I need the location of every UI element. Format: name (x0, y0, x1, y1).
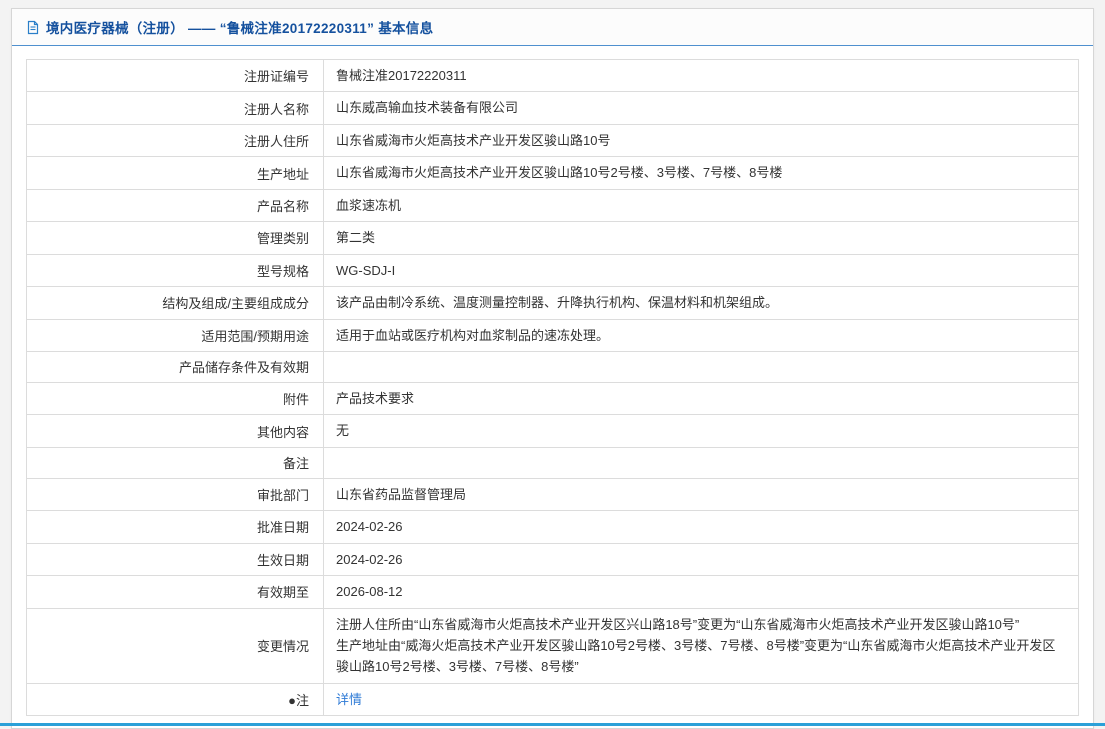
info-table: 注册证编号鲁械注准20172220311注册人名称山东威高输血技术装备有限公司注… (26, 59, 1079, 716)
document-icon (26, 20, 40, 35)
row-label: 结构及组成/主要组成成分 (27, 287, 324, 319)
table-row: 备注 (27, 447, 1079, 478)
table-row: 其他内容无 (27, 415, 1079, 447)
row-value: 详情 (324, 683, 1079, 715)
table-wrapper: 注册证编号鲁械注准20172220311注册人名称山东威高输血技术装备有限公司注… (12, 46, 1093, 728)
row-value: 山东省威海市火炬高技术产业开发区骏山路10号2号楼、3号楼、7号楼、8号楼 (324, 157, 1079, 189)
row-value: 鲁械注准20172220311 (324, 60, 1079, 92)
table-row: 生效日期2024-02-26 (27, 543, 1079, 575)
row-label: 备注 (27, 447, 324, 478)
table-row: 生产地址山东省威海市火炬高技术产业开发区骏山路10号2号楼、3号楼、7号楼、8号… (27, 157, 1079, 189)
table-row: 管理类别第二类 (27, 222, 1079, 254)
row-value (324, 351, 1079, 382)
table-row: 注册证编号鲁械注准20172220311 (27, 60, 1079, 92)
row-label: 管理类别 (27, 222, 324, 254)
row-label: 产品储存条件及有效期 (27, 351, 324, 382)
row-label: 注册人名称 (27, 92, 324, 124)
row-value: 注册人住所由“山东省威海市火炬高技术产业开发区兴山路18号”变更为“山东省威海市… (324, 608, 1079, 683)
row-label: 适用范围/预期用途 (27, 319, 324, 351)
table-row: 有效期至2026-08-12 (27, 576, 1079, 608)
table-row: 附件产品技术要求 (27, 382, 1079, 414)
row-value: 血浆速冻机 (324, 189, 1079, 221)
row-label: 注册人住所 (27, 124, 324, 156)
footer-divider (0, 723, 1105, 726)
detail-link[interactable]: 详情 (336, 692, 362, 707)
table-row: 变更情况注册人住所由“山东省威海市火炬高技术产业开发区兴山路18号”变更为“山东… (27, 608, 1079, 683)
row-label: 型号规格 (27, 254, 324, 286)
info-table-body: 注册证编号鲁械注准20172220311注册人名称山东威高输血技术装备有限公司注… (27, 60, 1079, 716)
table-row: ●注详情 (27, 683, 1079, 715)
row-value: 2024-02-26 (324, 511, 1079, 543)
table-row: 型号规格WG-SDJ-I (27, 254, 1079, 286)
row-label: 变更情况 (27, 608, 324, 683)
table-row: 注册人住所山东省威海市火炬高技术产业开发区骏山路10号 (27, 124, 1079, 156)
row-value: 山东省威海市火炬高技术产业开发区骏山路10号 (324, 124, 1079, 156)
row-value: 该产品由制冷系统、温度测量控制器、升降执行机构、保温材料和机架组成。 (324, 287, 1079, 319)
row-value: 产品技术要求 (324, 382, 1079, 414)
row-label: 生效日期 (27, 543, 324, 575)
page-title: 境内医疗器械（注册） —— “鲁械注准20172220311” 基本信息 (46, 17, 433, 37)
row-value: WG-SDJ-I (324, 254, 1079, 286)
content-card: 境内医疗器械（注册） —— “鲁械注准20172220311” 基本信息 注册证… (11, 8, 1094, 729)
row-value: 山东威高输血技术装备有限公司 (324, 92, 1079, 124)
row-value: 2024-02-26 (324, 543, 1079, 575)
row-value (324, 447, 1079, 478)
row-label: 审批部门 (27, 478, 324, 510)
row-value: 适用于血站或医疗机构对血浆制品的速冻处理。 (324, 319, 1079, 351)
row-value: 山东省药品监督管理局 (324, 478, 1079, 510)
row-label: 有效期至 (27, 576, 324, 608)
table-row: 审批部门山东省药品监督管理局 (27, 478, 1079, 510)
table-row: 批准日期2024-02-26 (27, 511, 1079, 543)
table-row: 注册人名称山东威高输血技术装备有限公司 (27, 92, 1079, 124)
row-value: 第二类 (324, 222, 1079, 254)
table-row: 产品储存条件及有效期 (27, 351, 1079, 382)
page-container: 境内医疗器械（注册） —— “鲁械注准20172220311” 基本信息 注册证… (0, 0, 1105, 727)
row-label: 批准日期 (27, 511, 324, 543)
row-value: 2026-08-12 (324, 576, 1079, 608)
row-label: 生产地址 (27, 157, 324, 189)
row-label: ●注 (27, 683, 324, 715)
row-label: 其他内容 (27, 415, 324, 447)
page-header: 境内医疗器械（注册） —— “鲁械注准20172220311” 基本信息 (12, 9, 1093, 46)
row-label: 附件 (27, 382, 324, 414)
row-label: 产品名称 (27, 189, 324, 221)
table-row: 结构及组成/主要组成成分该产品由制冷系统、温度测量控制器、升降执行机构、保温材料… (27, 287, 1079, 319)
row-label: 注册证编号 (27, 60, 324, 92)
table-row: 产品名称血浆速冻机 (27, 189, 1079, 221)
row-value: 无 (324, 415, 1079, 447)
table-row: 适用范围/预期用途适用于血站或医疗机构对血浆制品的速冻处理。 (27, 319, 1079, 351)
